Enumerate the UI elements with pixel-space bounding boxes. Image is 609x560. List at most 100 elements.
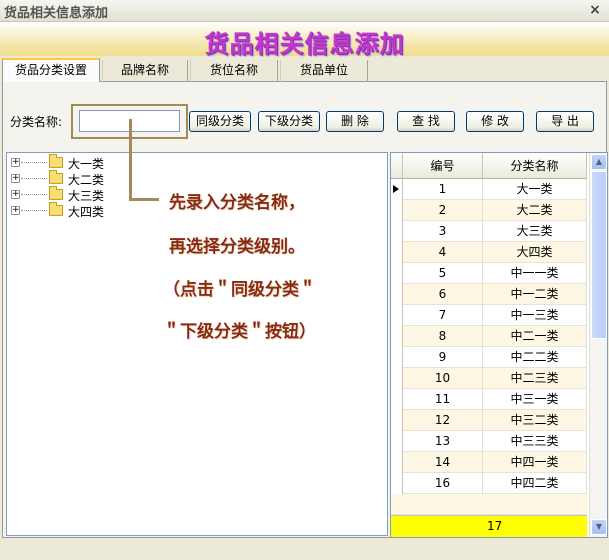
row-selector[interactable] xyxy=(391,389,403,410)
expand-icon[interactable]: + xyxy=(11,190,20,199)
grid-footer: 17 xyxy=(391,515,587,537)
cell-id[interactable]: 16 xyxy=(403,473,483,494)
folder-icon xyxy=(49,154,63,168)
cell-id[interactable]: 7 xyxy=(403,305,483,326)
cell-category-name[interactable]: 中三三类 xyxy=(483,431,587,452)
row-selector[interactable] xyxy=(391,242,403,263)
annotation-connector xyxy=(129,119,132,199)
find-button[interactable]: 查 找 xyxy=(397,111,455,132)
close-icon[interactable]: × xyxy=(587,1,603,19)
table-row[interactable]: 13 中三三类 xyxy=(391,431,587,452)
cell-category-name[interactable]: 中三二类 xyxy=(483,410,587,431)
cell-id[interactable]: 3 xyxy=(403,221,483,242)
expand-icon[interactable]: + xyxy=(11,174,20,183)
cell-id[interactable]: 6 xyxy=(403,284,483,305)
row-selector[interactable] xyxy=(391,431,403,452)
cell-id[interactable]: 8 xyxy=(403,326,483,347)
table-row[interactable]: 5 中一一类 xyxy=(391,263,587,284)
column-header-name[interactable]: 分类名称 xyxy=(483,153,587,179)
tab-category-settings[interactable]: 货品分类设置 xyxy=(2,58,100,83)
table-row[interactable]: 9 中二二类 xyxy=(391,347,587,368)
annotation-line: 再选择分类级别。 xyxy=(169,237,305,257)
vertical-scrollbar[interactable]: ▲ ▼ xyxy=(589,153,607,537)
table-row[interactable]: 1 大一类 xyxy=(391,179,587,200)
category-name-label: 分类名称: xyxy=(10,115,63,129)
row-selector[interactable] xyxy=(391,452,403,473)
annotation-line: ＂下级分类＂按钮） xyxy=(163,322,316,342)
cell-category-name[interactable]: 中二二类 xyxy=(483,347,587,368)
cell-id[interactable]: 10 xyxy=(403,368,483,389)
grid-header: 编号 分类名称 xyxy=(391,153,587,179)
table-row-empty[interactable] xyxy=(391,494,587,515)
same-level-button[interactable]: 同级分类 xyxy=(189,111,251,132)
column-header-id[interactable]: 编号 xyxy=(403,153,483,179)
expand-icon[interactable]: + xyxy=(11,158,20,167)
row-selector[interactable] xyxy=(391,179,403,200)
cell-id[interactable]: 11 xyxy=(403,389,483,410)
row-selector[interactable] xyxy=(391,305,403,326)
table-row[interactable]: 2 大二类 xyxy=(391,200,587,221)
cell-id[interactable]: 14 xyxy=(403,452,483,473)
table-row[interactable]: 11 中三一类 xyxy=(391,389,587,410)
cell-id[interactable]: 1 xyxy=(403,179,483,200)
cell-category-name[interactable]: 中二三类 xyxy=(483,368,587,389)
row-selector[interactable] xyxy=(391,221,403,242)
cell-category-name[interactable]: 大二类 xyxy=(483,200,587,221)
cell-category-name[interactable]: 中一三类 xyxy=(483,305,587,326)
cell-id[interactable]: 4 xyxy=(403,242,483,263)
expand-icon[interactable]: + xyxy=(11,206,20,215)
table-row[interactable]: 8 中二一类 xyxy=(391,326,587,347)
row-selector[interactable] xyxy=(391,473,403,494)
cell-category-name[interactable]: 大一类 xyxy=(483,179,587,200)
cell-id[interactable]: 5 xyxy=(403,263,483,284)
table-row[interactable]: 12 中三二类 xyxy=(391,410,587,431)
folder-icon xyxy=(49,170,63,184)
banner-title: 货品相关信息添加 xyxy=(204,30,405,58)
cell-id[interactable]: 12 xyxy=(403,410,483,431)
export-button[interactable]: 导 出 xyxy=(536,111,594,132)
scroll-up-icon[interactable]: ▲ xyxy=(591,154,607,170)
sub-level-button[interactable]: 下级分类 xyxy=(258,111,320,132)
row-selector[interactable] xyxy=(391,347,403,368)
annotation-connector xyxy=(129,198,159,201)
row-selector[interactable] xyxy=(391,284,403,305)
row-selector[interactable] xyxy=(391,326,403,347)
row-selector[interactable] xyxy=(391,263,403,284)
table-row[interactable]: 6 中一二类 xyxy=(391,284,587,305)
table-row[interactable]: 7 中一三类 xyxy=(391,305,587,326)
annotation-line: （点击＂同级分类＂ xyxy=(163,280,316,300)
cell-id[interactable]: 13 xyxy=(403,431,483,452)
toolbar: 分类名称: 同级分类 下级分类 删 除 查 找 修 改 导 出 xyxy=(3,102,603,139)
banner: 货品相关信息添加 xyxy=(0,22,609,58)
cell-category-name[interactable]: 中一二类 xyxy=(483,284,587,305)
cell-category-name[interactable]: 中三一类 xyxy=(483,389,587,410)
scroll-down-icon[interactable]: ▼ xyxy=(591,519,607,535)
cell-category-name[interactable]: 中一一类 xyxy=(483,263,587,284)
tab-location-name[interactable]: 货位名称 xyxy=(190,60,278,82)
row-pointer-icon xyxy=(393,185,399,193)
annotation-line: 先录入分类名称， xyxy=(169,193,305,213)
cell-category-name[interactable]: 中四二类 xyxy=(483,473,587,494)
table-row[interactable]: 14 中四一类 xyxy=(391,452,587,473)
category-grid[interactable]: 编号 分类名称 1 大一类 2 大二类 3 大三类 4 大四类 5 中一一类 6 中一二类 7 中一三类 8… xyxy=(390,152,608,538)
cell-id[interactable]: 2 xyxy=(403,200,483,221)
table-row[interactable]: 16 中四二类 xyxy=(391,473,587,494)
table-row[interactable]: 3 大三类 xyxy=(391,221,587,242)
row-selector[interactable] xyxy=(391,410,403,431)
cell-category-name[interactable]: 中四一类 xyxy=(483,452,587,473)
delete-button[interactable]: 删 除 xyxy=(326,111,384,132)
scroll-thumb[interactable] xyxy=(591,171,607,339)
modify-button[interactable]: 修 改 xyxy=(466,111,524,132)
cell-id[interactable]: 9 xyxy=(403,347,483,368)
cell-category-name[interactable]: 大四类 xyxy=(483,242,587,263)
cell-category-name[interactable]: 中二一类 xyxy=(483,326,587,347)
tab-unit[interactable]: 货品单位 xyxy=(280,60,368,82)
table-row[interactable]: 10 中二三类 xyxy=(391,368,587,389)
row-selector[interactable] xyxy=(391,368,403,389)
row-selector[interactable] xyxy=(391,200,403,221)
tree-item-label: 大四类 xyxy=(68,205,105,219)
category-panel: 分类名称: 同级分类 下级分类 删 除 查 找 修 改 导 出 + 大一类 + … xyxy=(2,82,608,538)
tab-brand-name[interactable]: 品牌名称 xyxy=(102,60,188,82)
cell-category-name[interactable]: 大三类 xyxy=(483,221,587,242)
table-row[interactable]: 4 大四类 xyxy=(391,242,587,263)
